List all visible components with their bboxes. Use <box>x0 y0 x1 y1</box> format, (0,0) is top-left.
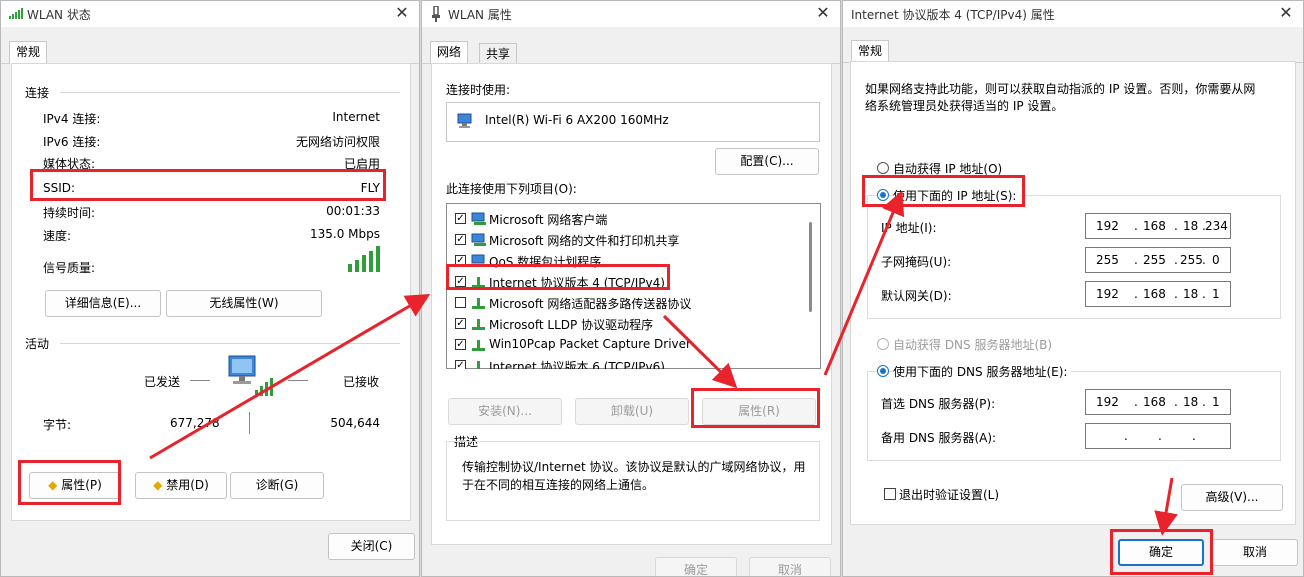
arrow <box>662 314 738 389</box>
arrow <box>823 190 905 376</box>
annotation-arrows <box>149 190 1178 536</box>
arrow <box>1154 477 1178 536</box>
arrow <box>149 293 431 460</box>
